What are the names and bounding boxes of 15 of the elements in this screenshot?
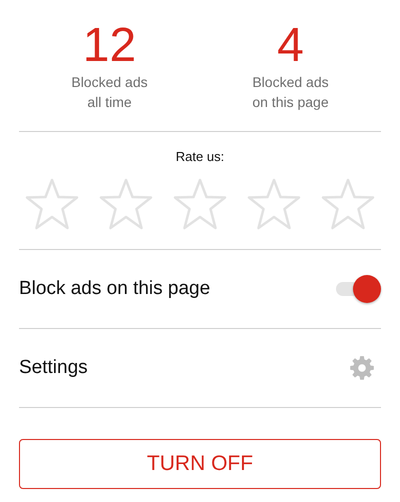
- star-icon[interactable]: [321, 178, 375, 230]
- stat-label: Blocked ads on this page: [252, 73, 329, 112]
- settings-icon[interactable]: [349, 355, 375, 381]
- stat-label: Blocked ads all time: [71, 73, 148, 112]
- rating-label: Rate us:: [176, 149, 224, 165]
- toggle-label: Block ads on this page: [19, 276, 210, 301]
- star-icon[interactable]: [25, 178, 79, 230]
- star-icon[interactable]: [247, 178, 301, 230]
- toggle-switch[interactable]: [336, 275, 381, 303]
- star-icon[interactable]: [173, 178, 227, 230]
- star-icon[interactable]: [99, 178, 153, 230]
- stat-number: 4: [277, 20, 304, 72]
- stat-number: 12: [82, 20, 136, 72]
- turn-off-button[interactable]: TURN OFF: [19, 439, 381, 489]
- settings-label: Settings: [19, 356, 88, 380]
